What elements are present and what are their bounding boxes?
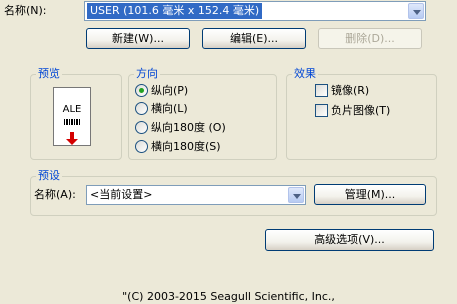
preview-label-text: ALE bbox=[62, 104, 82, 115]
preset-select-value: <当前设置> bbox=[90, 188, 153, 201]
orientation-portrait-radio[interactable] bbox=[135, 84, 148, 97]
manage-presets-button[interactable]: 管理(M)... bbox=[314, 184, 426, 205]
negative-image-checkbox[interactable] bbox=[315, 104, 328, 117]
effects-group-title: 效果 bbox=[292, 67, 318, 81]
preset-name-label: 名称(A): bbox=[34, 188, 76, 201]
orientation-landscape-radio[interactable] bbox=[135, 102, 148, 115]
chevron-down-icon[interactable] bbox=[408, 3, 424, 19]
mirror-label[interactable]: 镜像(R) bbox=[331, 84, 369, 98]
feed-direction-arrow-icon bbox=[66, 132, 78, 145]
barcode-icon bbox=[64, 119, 81, 125]
stock-select[interactable]: USER (101.6 毫米 x 152.4 毫米) bbox=[84, 1, 426, 21]
new-button[interactable]: 新建(W)... bbox=[86, 28, 190, 49]
stock-name-label: 名称(N): bbox=[4, 4, 47, 17]
presets-group-title: 预设 bbox=[36, 169, 62, 183]
negative-image-label[interactable]: 负片图像(T) bbox=[331, 104, 390, 118]
label-preview-image: ALE bbox=[53, 87, 91, 146]
orientation-portrait-180-label[interactable]: 纵向180度 (O) bbox=[151, 121, 226, 135]
edit-button[interactable]: 编辑(E)... bbox=[202, 28, 306, 49]
preview-group-title: 预览 bbox=[36, 67, 62, 81]
mirror-checkbox[interactable] bbox=[315, 84, 328, 97]
orientation-portrait-180-radio[interactable] bbox=[135, 121, 148, 134]
preset-select[interactable]: <当前设置> bbox=[86, 185, 306, 205]
orientation-landscape-180-label[interactable]: 横向180度(S) bbox=[151, 140, 221, 154]
orientation-landscape-180-radio[interactable] bbox=[135, 140, 148, 153]
orientation-portrait-label[interactable]: 纵向(P) bbox=[151, 84, 188, 98]
advanced-options-button[interactable]: 高级选项(V)... bbox=[265, 229, 434, 251]
orientation-landscape-label[interactable]: 横向(L) bbox=[151, 102, 188, 116]
orientation-group-title: 方向 bbox=[134, 67, 160, 81]
delete-button[interactable]: 删除(D)... bbox=[318, 28, 422, 49]
stock-select-value: USER (101.6 毫米 x 152.4 毫米) bbox=[87, 3, 263, 19]
copyright-text: "(C) 2003-2015 Seagull Scientific, Inc., bbox=[122, 290, 335, 303]
chevron-down-icon[interactable] bbox=[288, 187, 304, 203]
